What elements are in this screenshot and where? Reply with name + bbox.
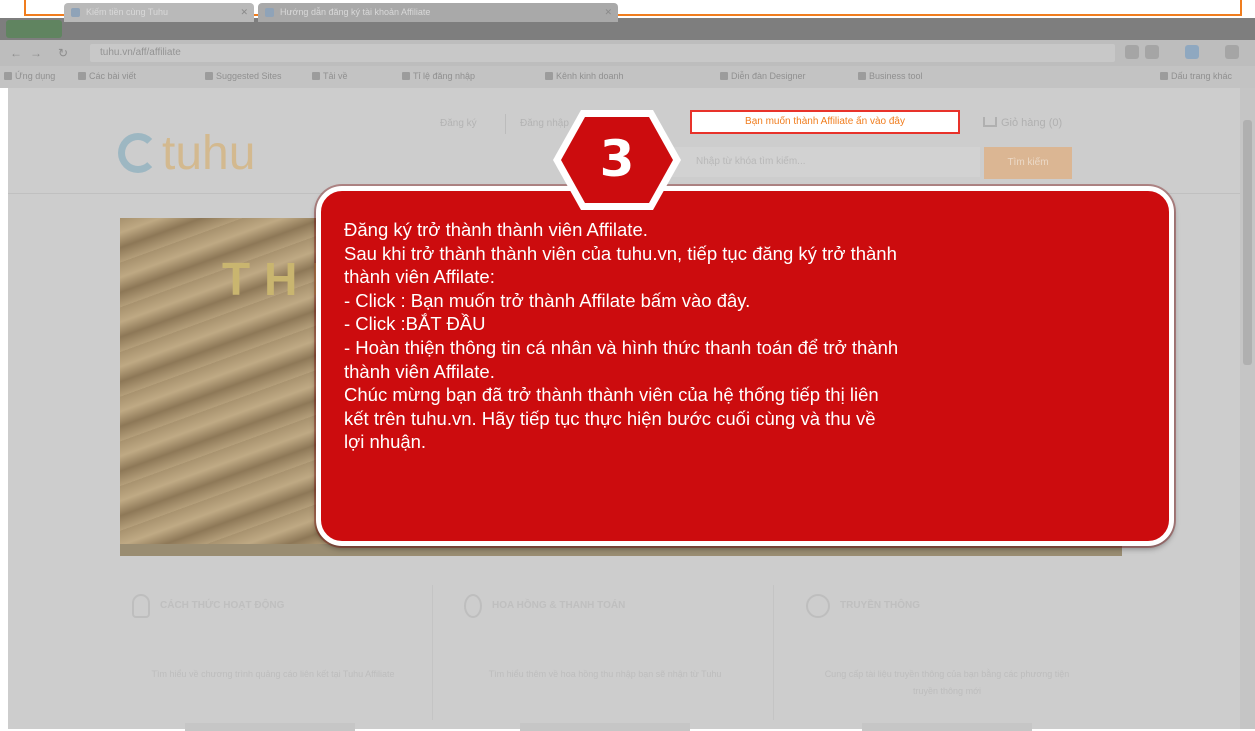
tutorial-line: lợi nhuận. (344, 431, 427, 453)
page-icon (858, 72, 866, 80)
tutorial-line: thành viên Affilate. (344, 360, 495, 382)
apps-icon (4, 72, 12, 80)
browser-tab-active[interactable]: Kiếm tiền cùng Tuhu ✕ (64, 3, 254, 22)
chrome-logo-icon (6, 20, 62, 38)
tuhu-logo-icon[interactable] (118, 133, 158, 173)
megaphone-icon (806, 594, 830, 618)
bookmark-item[interactable]: Business tool (858, 71, 923, 81)
feature-button[interactable] (520, 723, 690, 731)
page-icon (720, 72, 728, 80)
reload-icon[interactable]: ↻ (58, 46, 68, 60)
feature-description: Tìm hiểu thêm về hoa hồng thu nhập bạn s… (488, 669, 722, 679)
feature-divider (432, 585, 433, 720)
tutorial-line: Đăng ký trở thành thành viên Affilate. (344, 219, 648, 240)
bookmarks-bar (0, 66, 1255, 88)
browser-tab[interactable]: Hướng dẫn đăng ký tài khoản Affiliate ✕ (258, 3, 618, 22)
tutorial-line: - Click : Bạn muốn trở thành Affilate bấ… (344, 289, 751, 311)
money-icon (464, 594, 482, 618)
bookmark-item[interactable]: Ứng dụng (4, 71, 55, 81)
affiliate-signup-link[interactable]: Bạn muốn thành Affiliate ấn vào đây (690, 110, 960, 134)
feature-description: Cung cấp tài liệu truyền thông của bạn b… (824, 669, 1070, 696)
screenshot-frame: Kiếm tiền cùng Tuhu ✕ Hướng dẫn đăng ký … (0, 0, 1255, 731)
page-icon (312, 72, 320, 80)
bookmark-item[interactable]: Tỉ lệ đăng nhập (402, 71, 475, 81)
step-number: 3 (599, 130, 635, 188)
feature-title: TRUYỀN THÔNG (840, 600, 920, 611)
feature-how-it-works: CÁCH THỨC HOẠT ĐỘNG Tìm hiểu về chương t… (118, 578, 448, 718)
extension-icon[interactable] (1185, 45, 1199, 59)
tab-close-icon[interactable]: ✕ (240, 3, 248, 22)
page-icon (402, 72, 410, 80)
page-icon (78, 72, 86, 80)
tab-label: Hướng dẫn đăng ký tài khoản Affiliate (280, 7, 431, 17)
cart-link[interactable]: Giỏ hàng (0) (983, 117, 1062, 129)
address-bar[interactable]: tuhu.vn/aff/affiliate (90, 44, 1115, 62)
feature-description: Tìm hiểu về chương trình quảng cáo liên … (151, 669, 395, 679)
tuhu-logo[interactable]: tuhu (162, 126, 255, 181)
forward-arrow-icon[interactable]: → (30, 46, 42, 60)
feature-media: TRUYỀN THÔNG Cung cấp tài liệu truyền th… (792, 578, 1122, 718)
tab-favicon-icon (265, 8, 274, 17)
tutorial-line: Sau khi trở thành thành viên của tuhu.vn… (344, 242, 897, 264)
feature-commission: HOA HỒNG & THANH TOÁN Tìm hiểu thêm về h… (450, 578, 780, 718)
bookmark-folder[interactable]: Dấu trang khác (1160, 71, 1232, 81)
tutorial-line: - Hoàn thiện thông tin cá nhân và hình t… (344, 336, 899, 358)
search-input[interactable]: Nhập từ khóa tìm kiếm... (640, 147, 980, 177)
bookmark-item[interactable]: Diễn đàn Designer (720, 71, 806, 81)
feature-divider (773, 585, 774, 720)
tutorial-line: kết trên tuhu.vn. Hãy tiếp tục thực hiện… (344, 407, 876, 429)
header-divider (505, 114, 506, 134)
tab-favicon-icon (71, 8, 80, 17)
bookmark-item[interactable]: Tải về (312, 71, 348, 81)
folder-icon (1160, 72, 1168, 80)
feature-title: HOA HỒNG & THANH TOÁN (492, 600, 626, 611)
bookmark-item[interactable]: Kênh kinh doanh (545, 71, 624, 81)
page-icon (205, 72, 213, 80)
tutorial-line: - Click :BẮT ĐẦU (344, 313, 486, 335)
tutorial-line: thành viên Affilate: (344, 266, 495, 288)
tutorial-line: Chúc mừng bạn đã trở thành thành viên củ… (344, 384, 879, 406)
tutorial-text: Đăng ký trở thành thành viên Affilate. S… (344, 218, 1156, 454)
menu-icon[interactable] (1225, 45, 1239, 59)
bookmark-item[interactable]: Các bài viết (78, 71, 136, 81)
bookmark-star-icon[interactable] (1145, 45, 1159, 59)
feature-button[interactable] (185, 723, 355, 731)
register-link[interactable]: Đăng ký (440, 118, 477, 129)
cart-icon (983, 117, 997, 127)
zoom-icon[interactable] (1125, 45, 1139, 59)
feature-title: CÁCH THỨC HOẠT ĐỘNG (160, 600, 285, 611)
search-button[interactable]: Tìm kiếm (984, 147, 1072, 179)
bookmark-item[interactable]: Suggested Sites (205, 71, 282, 81)
tab-close-icon[interactable]: ✕ (604, 3, 612, 22)
lightbulb-icon (132, 594, 150, 618)
scrollbar-thumb[interactable] (1243, 120, 1252, 365)
feature-button[interactable] (862, 723, 1032, 731)
back-arrow-icon[interactable]: ← (10, 46, 22, 60)
page-icon (545, 72, 553, 80)
tab-label: Kiếm tiền cùng Tuhu (86, 7, 169, 17)
